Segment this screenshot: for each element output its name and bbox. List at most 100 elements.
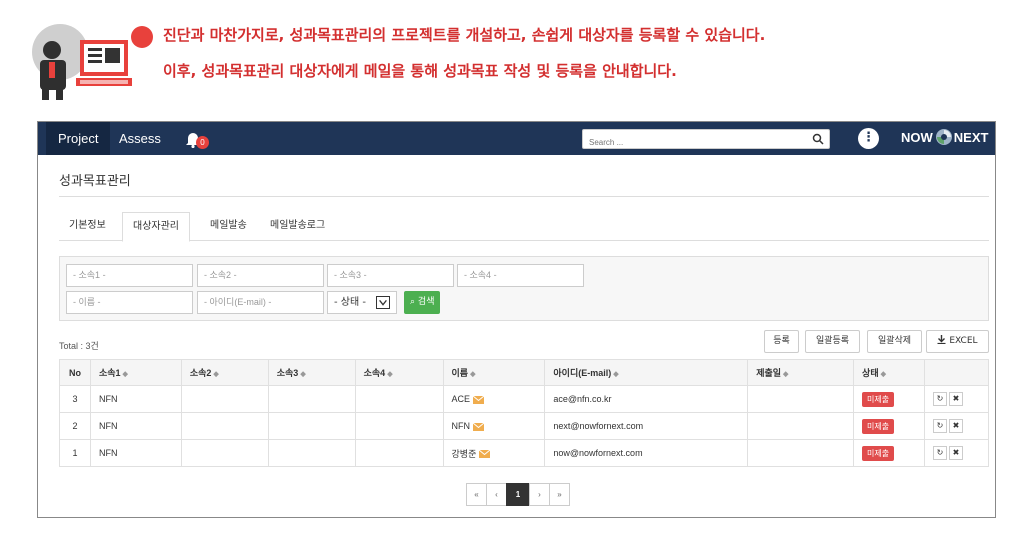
status-filter-label: - 상태 - (334, 297, 366, 308)
sort-icon: ◆ (122, 371, 128, 378)
page-last-button[interactable]: » (549, 483, 570, 506)
download-icon (937, 335, 946, 345)
org3-filter[interactable]: - 소속3 - (327, 264, 454, 287)
search-icon[interactable] (812, 133, 824, 145)
pagination: « ‹ 1 › » (466, 483, 570, 506)
cell-actions: ↻ ✖ (923, 412, 990, 440)
page-prev-button[interactable]: ‹ (486, 483, 507, 506)
col-org4[interactable]: 소속4 ◆ (354, 359, 444, 386)
col-status[interactable]: 상태 ◆ (853, 359, 925, 386)
cell-actions: ↻ ✖ (923, 385, 990, 413)
search-input[interactable] (589, 133, 809, 152)
tab-mail-log[interactable]: 메일발송로그 (260, 212, 335, 241)
cell-org3 (267, 412, 356, 440)
intro-line-1: 진단과 마찬가지로, 성과목표관리의 프로젝트를 개설하고, 손쉽게 대상자를 … (163, 26, 766, 44)
logo-swirl-icon (935, 129, 952, 146)
status-filter[interactable]: - 상태 - (327, 291, 397, 314)
cell-org2 (180, 412, 269, 440)
sort-icon: ◆ (880, 371, 886, 378)
logo-text-next: NEXT (953, 130, 989, 145)
excel-button[interactable]: EXCEL (926, 330, 989, 353)
page-current[interactable]: 1 (506, 483, 530, 506)
logo-text-now: NOW (901, 130, 933, 145)
cell-no: 2 (59, 412, 91, 440)
cell-name: 강병준 (442, 439, 546, 467)
sort-icon: ◆ (470, 371, 476, 378)
cell-actions: ↻ ✖ (923, 439, 990, 467)
close-icon[interactable]: ✖ (948, 392, 963, 406)
org4-filter[interactable]: - 소속4 - (457, 264, 584, 287)
col-email[interactable]: 아이디(E-mail) ◆ (544, 359, 749, 386)
cell-org4 (354, 412, 444, 440)
cell-org1: NFN (89, 439, 182, 467)
magnifier-icon: ⌕ (410, 297, 416, 307)
page-first-button[interactable]: « (466, 483, 487, 506)
search-button-label: 검색 (417, 297, 435, 307)
sort-icon: ◆ (213, 371, 219, 378)
top-navbar: Project Assess 0 ⋮ NOW NEXT (38, 122, 995, 155)
cell-submitted (747, 439, 855, 467)
cell-submitted (747, 385, 855, 413)
bulk-register-button[interactable]: 일괄등록 (805, 330, 860, 353)
refresh-icon[interactable]: ↻ (932, 419, 947, 433)
intro-banner: 진단과 마찬가지로, 성과목표관리의 프로젝트를 개설하고, 손쉽게 대상자를 … (0, 0, 1027, 110)
refresh-icon[interactable]: ↻ (932, 392, 947, 406)
col-name[interactable]: 이름 ◆ (442, 359, 546, 386)
table-row: 3 NFN ACE ace@nfn.co.kr 미제출 ↻ ✖ (59, 385, 990, 413)
close-icon[interactable]: ✖ (948, 446, 963, 460)
cell-status: 미제출 (853, 385, 925, 413)
register-button[interactable]: 등록 (764, 330, 799, 353)
sort-icon: ◆ (783, 371, 789, 378)
cell-org2 (180, 439, 269, 467)
cell-org3 (267, 385, 356, 413)
close-icon[interactable]: ✖ (948, 419, 963, 433)
col-org3[interactable]: 소속3 ◆ (267, 359, 356, 386)
name-filter[interactable]: - 이름 - (66, 291, 193, 314)
status-badge: 미제출 (862, 445, 895, 461)
intro-line-2: 이후, 성과목표관리 대상자에게 메일을 통해 성과목표 작성 및 등록을 안내… (163, 62, 677, 80)
col-submitted[interactable]: 제출일 ◆ (747, 359, 855, 386)
cell-email: next@nowfornext.com (544, 412, 749, 440)
col-org2[interactable]: 소속2 ◆ (180, 359, 269, 386)
org2-filter[interactable]: - 소속2 - (197, 264, 324, 287)
col-actions (923, 359, 990, 386)
mail-icon[interactable] (473, 422, 485, 431)
tab-basic-info[interactable]: 기본정보 (59, 212, 116, 241)
col-no[interactable]: No (59, 359, 91, 386)
mail-icon[interactable] (479, 450, 491, 459)
chevron-down-icon[interactable] (376, 296, 390, 309)
refresh-icon[interactable]: ↻ (932, 446, 947, 460)
nav-project[interactable]: Project (46, 122, 110, 155)
cell-name: ACE (442, 385, 546, 413)
status-badge: 미제출 (862, 391, 895, 407)
app-window: Project Assess 0 ⋮ NOW NEXT 성과목표관리 기본정보 (37, 121, 996, 518)
cell-org1: NFN (89, 412, 182, 440)
page-next-button[interactable]: › (529, 483, 550, 506)
cell-no: 3 (59, 385, 91, 413)
search-button[interactable]: ⌕ 검색 (404, 291, 441, 314)
table-row: 2 NFN NFN next@nowfornext.com 미제출 ↻ ✖ (59, 412, 990, 440)
total-count: Total : 3건 (59, 341, 99, 351)
col-org1[interactable]: 소속1 ◆ (89, 359, 182, 386)
tab-mail-send[interactable]: 메일발송 (200, 212, 257, 241)
excel-button-label: EXCEL (949, 336, 978, 346)
search-box[interactable] (582, 129, 830, 152)
sort-icon: ◆ (613, 371, 619, 378)
userid-filter[interactable]: - 아이디(E-mail) - (197, 291, 324, 314)
tab-target-management[interactable]: 대상자관리 (122, 212, 190, 242)
status-badge: 미제출 (862, 418, 895, 434)
presenter-illustration-icon (32, 24, 132, 100)
bulk-delete-button[interactable]: 일괄삭제 (867, 330, 922, 353)
bullet-dot (131, 26, 153, 48)
mail-icon[interactable] (473, 395, 485, 404)
title-divider (59, 196, 989, 197)
cell-org4 (354, 385, 444, 413)
sort-icon: ◆ (387, 371, 393, 378)
tab-bar: 기본정보 대상자관리 메일발송 메일발송로그 (59, 212, 989, 242)
nownext-logo: NOW NEXT (901, 129, 997, 148)
nav-assess[interactable]: Assess (119, 122, 161, 155)
more-menu-button[interactable]: ⋮ (858, 128, 879, 149)
cell-status: 미제출 (853, 412, 925, 440)
filter-panel: - 소속1 - - 소속2 - - 소속3 - - 소속4 - - 이름 - -… (59, 256, 989, 321)
org1-filter[interactable]: - 소속1 - (66, 264, 193, 287)
